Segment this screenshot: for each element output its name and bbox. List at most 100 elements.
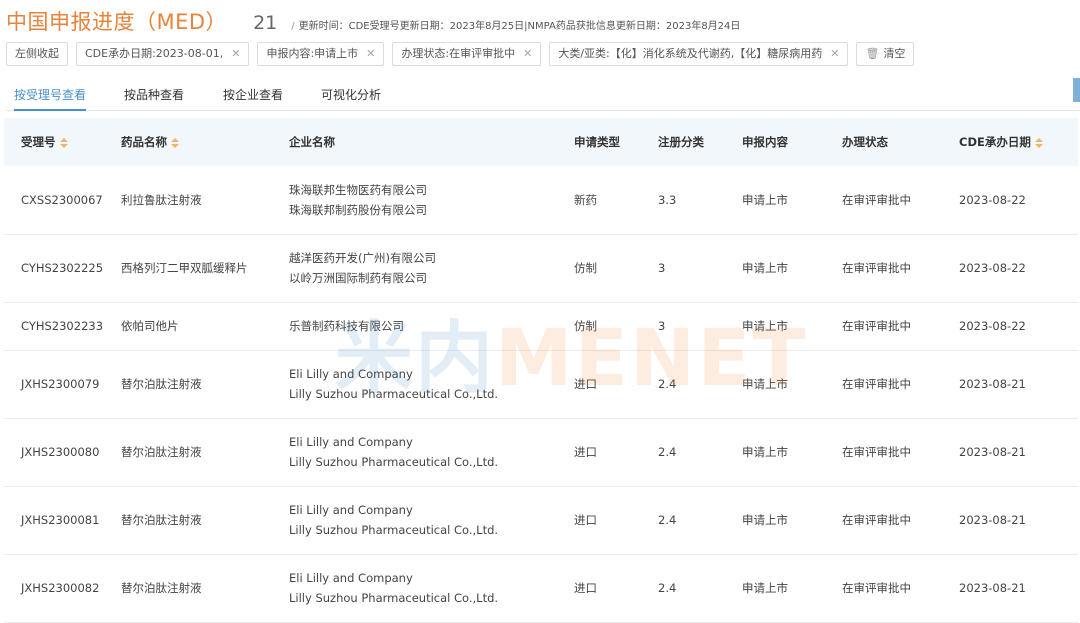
company-cell: 乐普制药科技有限公司 [289, 302, 574, 350]
collapse-sidebar-button[interactable]: 左侧收起 [6, 42, 68, 66]
company-cell: 珠海联邦生物医药有限公司 珠海联邦制药股份有限公司 [289, 166, 574, 234]
registration-category: 2.4 [658, 377, 677, 391]
company-link[interactable]: Lilly Suzhou Pharmaceutical Co.,Ltd. [289, 384, 574, 404]
column-header-id[interactable]: 受理号 [4, 118, 121, 166]
company-cell: Eli Lilly and Company Lilly Suzhou Pharma… [289, 554, 574, 622]
tab-by-acceptance-number[interactable]: 按受理号查看 [14, 86, 87, 111]
application-content: 申请上市 [742, 581, 788, 595]
drug-name-link[interactable]: 依帕司他片 [121, 302, 289, 350]
application-type: 进口 [574, 445, 597, 459]
acceptance-number-link[interactable]: CYHS2302233 [4, 302, 121, 350]
drug-name-link[interactable]: 替尔泊肽注射液 [121, 554, 289, 622]
company-link[interactable]: Lilly Suzhou Pharmaceutical Co.,Ltd. [289, 588, 574, 608]
acceptance-number-link[interactable]: CYHS2302225 [4, 234, 121, 302]
application-content: 申请上市 [742, 261, 788, 275]
application-content: 申请上市 [742, 377, 788, 391]
registration-category: 3.3 [658, 192, 677, 207]
sort-icon[interactable] [59, 137, 68, 148]
processing-status: 在审评审批中 [842, 513, 911, 527]
update-info: / 更新时间：CDE受理号更新日期：2023年8月25日|NMPA药品获批信息更新… [291, 21, 741, 32]
close-icon[interactable]: ✕ [523, 43, 532, 65]
column-header-drug[interactable]: 药品名称 [121, 118, 289, 166]
close-icon[interactable]: ✕ [366, 43, 375, 65]
registration-category: 2.4 [658, 581, 677, 595]
company-link[interactable]: 越洋医药开发(广州)有限公司 [289, 248, 574, 268]
tab-by-company[interactable]: 按企业查看 [223, 86, 283, 109]
processing-status: 在审评审批中 [842, 445, 911, 459]
clear-filters-button[interactable]: 🗑 清空 [856, 42, 915, 66]
filter-bar: 左侧收起 CDE承办日期:2023-08-01, ✕ 申报内容:申请上市 ✕ 办理状… [6, 42, 915, 66]
application-type: 仿制 [574, 261, 597, 275]
acceptance-number-link[interactable]: JXHS2300082 [4, 554, 121, 622]
filter-chip-cde-date[interactable]: CDE承办日期:2023-08-01, ✕ [76, 42, 250, 66]
table-row: CYHS2302233 依帕司他片 乐普制药科技有限公司 仿制 3 申请上市 在… [4, 302, 1078, 350]
table-row: JXHS2300080 替尔泊肽注射液 Eli Lilly and Compan… [4, 418, 1078, 486]
cde-date: 2023-08-21 [959, 581, 1026, 595]
collapse-sidebar-label: 左侧收起 [15, 47, 59, 60]
drug-name-link[interactable]: 替尔泊肽注射液 [121, 350, 289, 418]
registration-category: 2.4 [658, 445, 677, 459]
company-cell: Eli Lilly and Company Lilly Suzhou Pharma… [289, 418, 574, 486]
close-icon[interactable]: ✕ [830, 43, 839, 65]
table-row: JXHS2300079 替尔泊肽注射液 Eli Lilly and Compan… [4, 350, 1078, 418]
clear-filters-label: 清空 [883, 47, 906, 60]
acceptance-number-link[interactable]: JXHS2300081 [4, 486, 121, 554]
application-type: 新药 [574, 192, 597, 207]
cde-date: 2023-08-22 [959, 261, 1026, 275]
tab-by-drug[interactable]: 按品种查看 [124, 86, 184, 109]
table-row: CXSS2300067 利拉鲁肽注射液 珠海联邦生物医药有限公司 珠海联邦制药股份… [4, 166, 1078, 234]
application-content: 申请上市 [742, 319, 788, 333]
filter-chip-label: 申报内容:申请上市 [266, 47, 359, 60]
company-link[interactable]: Lilly Suzhou Pharmaceutical Co.,Ltd. [289, 520, 574, 540]
results-table: 受理号 药品名称 企业名称 申请类型 注册分类 申报内容 办理状态 CDE承办日… [4, 118, 1078, 623]
result-count: 21 [253, 12, 278, 34]
filter-chip-content[interactable]: 申报内容:申请上市 ✕ [257, 42, 385, 66]
sort-icon[interactable] [1034, 137, 1043, 148]
sort-icon[interactable] [171, 137, 179, 148]
application-type: 进口 [574, 377, 597, 391]
company-link[interactable]: Eli Lilly and Company [289, 500, 574, 520]
application-content: 申请上市 [742, 513, 788, 527]
company-link[interactable]: Eli Lilly and Company [289, 432, 574, 452]
processing-status: 在审评审批中 [842, 581, 911, 595]
company-cell: 越洋医药开发(广州)有限公司 以岭万洲国际制药有限公司 [289, 234, 574, 302]
company-link[interactable]: Eli Lilly and Company [289, 364, 574, 384]
cde-date: 2023-08-21 [959, 513, 1026, 527]
table-row: CYHS2302225 西格列汀二甲双胍缓释片 越洋医药开发(广州)有限公司 以岭… [4, 234, 1078, 302]
close-icon[interactable]: ✕ [231, 43, 240, 65]
table-row: JXHS2300082 替尔泊肽注射液 Eli Lilly and Compan… [4, 554, 1078, 622]
registration-category: 2.4 [658, 513, 677, 527]
column-header-company: 企业名称 [289, 135, 335, 149]
acceptance-number-link[interactable]: JXHS2300079 [4, 350, 121, 418]
column-header-date[interactable]: CDE承办日期 [959, 118, 1078, 166]
filter-chip-label: CDE承办日期:2023-08-01, [85, 47, 224, 60]
acceptance-number-link[interactable]: CXSS2300067 [4, 166, 121, 234]
filter-chip-status[interactable]: 办理状态:在审评审批中 ✕ [392, 42, 542, 66]
registration-category: 3 [658, 319, 666, 333]
page-title: 中国申报进度（MED） [6, 10, 228, 34]
company-link[interactable]: 珠海联邦生物医药有限公司 [289, 180, 574, 200]
drug-name-link[interactable]: 替尔泊肽注射液 [121, 418, 289, 486]
acceptance-number-link[interactable]: JXHS2300080 [4, 418, 121, 486]
drug-name-link[interactable]: 替尔泊肽注射液 [121, 486, 289, 554]
processing-status: 在审评审批中 [842, 377, 911, 391]
drug-name-link[interactable]: 西格列汀二甲双胍缓释片 [121, 234, 289, 302]
processing-status: 在审评审批中 [842, 192, 911, 207]
company-link[interactable]: 以岭万洲国际制药有限公司 [289, 268, 574, 288]
company-link[interactable]: Lilly Suzhou Pharmaceutical Co.,Ltd. [289, 452, 574, 472]
drug-name-link[interactable]: 利拉鲁肽注射液 [121, 166, 289, 234]
trash-icon: 🗑 [865, 47, 880, 60]
company-link[interactable]: 乐普制药科技有限公司 [289, 316, 574, 336]
column-header-status: 办理状态 [842, 135, 888, 149]
filter-chip-category[interactable]: 大类/亚类:【化】消化系统及代谢药,【化】糖尿病用药 ✕ [549, 42, 849, 66]
scrollbar-thumb[interactable] [1073, 78, 1080, 102]
company-link[interactable]: 珠海联邦制药股份有限公司 [289, 200, 574, 220]
table-header-row: 受理号 药品名称 企业名称 申请类型 注册分类 申报内容 办理状态 CDE承办日… [4, 118, 1078, 166]
application-content: 申请上市 [742, 192, 788, 207]
column-header-label: 药品名称 [121, 135, 167, 149]
application-type: 进口 [574, 513, 597, 527]
company-link[interactable]: Eli Lilly and Company [289, 568, 574, 588]
cde-date: 2023-08-22 [959, 192, 1026, 207]
update-text: 更新时间：CDE受理号更新日期：2023年8月25日|NMPA药品获批信息更新日… [298, 21, 741, 32]
tab-visual-analysis[interactable]: 可视化分析 [321, 86, 381, 109]
